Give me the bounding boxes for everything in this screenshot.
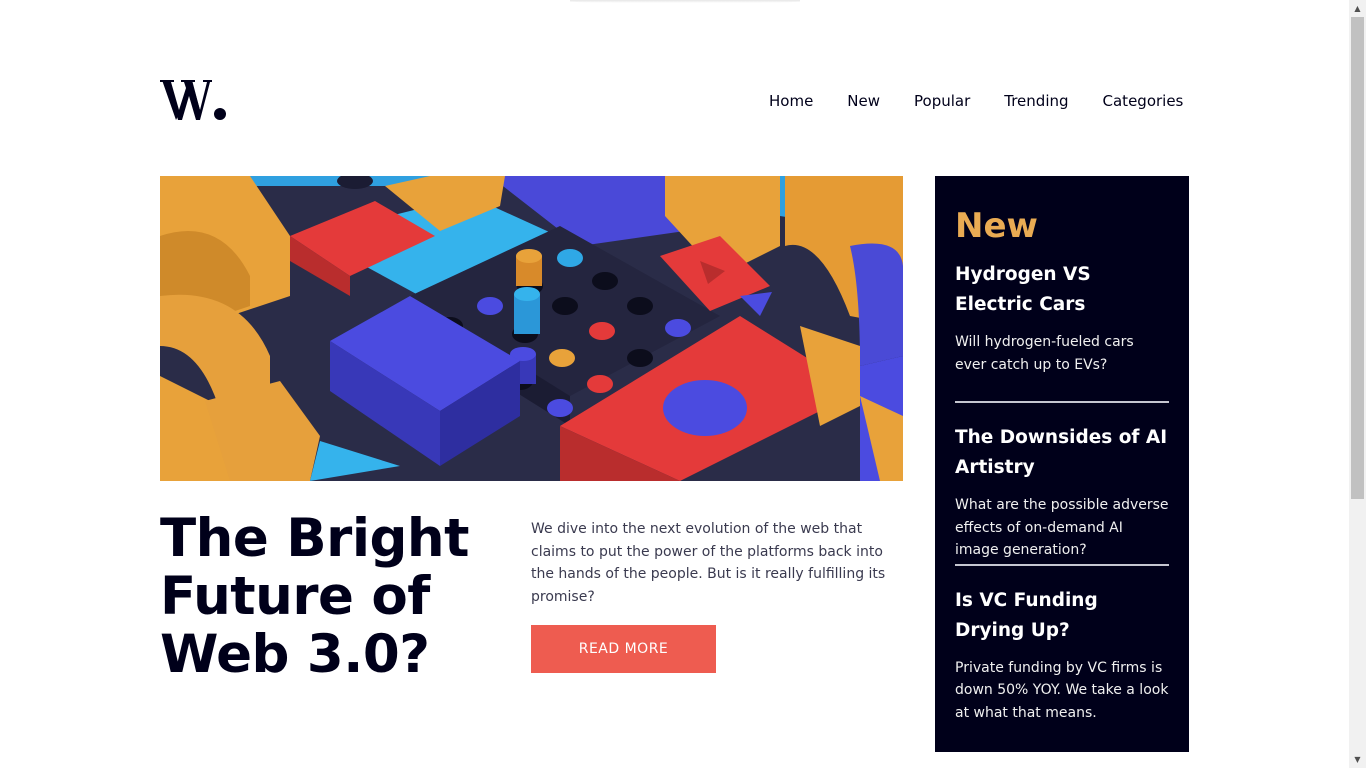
scroll-down-arrow-icon[interactable]: ▼ <box>1349 751 1366 768</box>
sidebar-article-summary: Will hydrogen-fueled cars ever catch up … <box>955 334 1134 373</box>
article-headline: The Bright Future of Web 3.0? <box>160 508 470 685</box>
top-edge-shadow <box>570 0 800 3</box>
nav-categories[interactable]: Categories <box>1086 90 1184 112</box>
sidebar-title: New <box>955 206 1038 246</box>
scroll-up-arrow-icon[interactable]: ▲ <box>1349 0 1366 17</box>
sidebar-article[interactable]: Hydrogen VS Electric Cars Will hydrogen-… <box>955 260 1169 401</box>
sidebar-article[interactable]: The Downsides of AI Artistry What are th… <box>955 423 1169 564</box>
main-nav: Home New Popular Trending Categories <box>752 90 1183 112</box>
nav-new[interactable]: New <box>830 90 897 112</box>
sidebar-article[interactable]: Is VC Funding Drying Up? Private funding… <box>955 586 1169 750</box>
vertical-scrollbar[interactable]: ▲ ▼ <box>1349 0 1366 768</box>
read-more-button[interactable]: READ MORE <box>531 625 716 673</box>
new-articles-sidebar: New Hydrogen VS Electric Cars Will hydro… <box>935 176 1189 752</box>
sidebar-article-summary: What are the possible adverse effects of… <box>955 497 1169 558</box>
sidebar-article-title[interactable]: The Downsides of AI Artistry <box>955 423 1169 483</box>
sidebar-divider <box>955 563 1169 566</box>
nav-trending[interactable]: Trending <box>987 90 1085 112</box>
nav-popular[interactable]: Popular <box>897 90 987 112</box>
sidebar-article-title[interactable]: Is VC Funding Drying Up? <box>955 586 1169 646</box>
sidebar-article-summary: Private funding by VC firms is down 50% … <box>955 659 1169 721</box>
hero-image <box>160 176 903 481</box>
nav-home[interactable]: Home <box>752 90 830 112</box>
article-intro: We dive into the next evolution of the w… <box>531 521 886 605</box>
sidebar-divider <box>955 401 1169 403</box>
logo-icon <box>160 80 226 120</box>
brand-logo[interactable] <box>160 74 230 124</box>
sidebar-article-title[interactable]: Hydrogen VS Electric Cars <box>955 260 1169 320</box>
scrollbar-thumb[interactable] <box>1351 17 1364 499</box>
